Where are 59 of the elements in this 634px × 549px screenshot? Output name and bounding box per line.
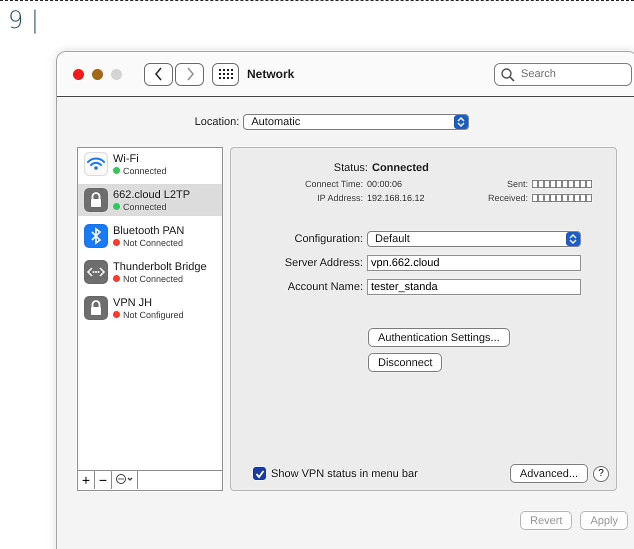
close-dot[interactable] — [73, 68, 84, 80]
chevron-left-icon — [154, 67, 164, 81]
stat-label: IP Address: — [316, 193, 363, 203]
forward-button[interactable] — [175, 62, 204, 86]
disconnect-button[interactable]: Disconnect — [368, 353, 442, 372]
service-status: Connected — [123, 166, 167, 176]
bluetooth-icon — [84, 224, 108, 248]
input-field[interactable]: vpn.662.cloud — [367, 255, 581, 271]
location-label: Location: — [194, 116, 240, 128]
traffic-meter-icon — [532, 194, 594, 202]
checkbox[interactable] — [253, 467, 266, 480]
field-label: Server Address: — [284, 257, 363, 269]
window-title: Network — [247, 67, 294, 81]
service-item[interactable]: Bluetooth PAN Not Connected — [78, 220, 222, 252]
back-button[interactable] — [144, 62, 173, 86]
minimize-dot[interactable] — [92, 68, 103, 80]
status-value: Connected — [372, 162, 429, 174]
service-name: VPN JH — [113, 296, 154, 308]
stat-label: Connect Time: — [304, 179, 363, 189]
checkbox-label: Show VPN status in menu bar — [271, 468, 418, 480]
chevron-right-icon — [184, 67, 194, 81]
configuration-label: Configuration: — [294, 233, 363, 245]
configuration-dropdown[interactable]: Default — [367, 231, 581, 247]
meter-label: Received: — [486, 193, 528, 203]
service-status: Not Connected — [123, 274, 184, 284]
advanced-button[interactable]: Advanced... — [510, 464, 588, 483]
help-button[interactable]: ? — [593, 466, 609, 482]
input-field[interactable]: tester_standa — [367, 279, 581, 295]
lock-icon — [84, 188, 108, 212]
service-name: 662.cloud L2TP — [113, 188, 190, 200]
traffic-meter-icon — [532, 180, 594, 188]
stepper-icon — [454, 115, 468, 129]
service-item[interactable]: 662.cloud L2TP Connected — [78, 184, 222, 216]
lock-icon — [84, 296, 108, 320]
field-label: Account Name: — [286, 281, 363, 293]
stat-value: 192.168.16.12 — [367, 193, 426, 203]
page-number: 9 | — [8, 6, 39, 34]
service-name: Bluetooth PAN — [113, 224, 184, 236]
meter-label: Sent: — [506, 179, 528, 189]
location-dropdown[interactable]: Automatic — [243, 114, 470, 130]
service-item[interactable]: Wi-Fi Connected — [78, 148, 222, 180]
service-item[interactable]: Thunderbolt Bridge Not Connected — [78, 256, 222, 288]
service-name: Thunderbolt Bridge — [113, 260, 207, 272]
service-name: Wi-Fi — [113, 152, 140, 164]
stat-value: 00:00:06 — [367, 179, 404, 189]
search-field[interactable]: Search — [494, 62, 632, 86]
service-status: Not Configured — [123, 310, 184, 320]
stepper-icon — [566, 232, 580, 246]
grid-icon — [218, 69, 232, 79]
zoom-dot[interactable] — [111, 68, 122, 80]
ellipsis-menu-icon — [114, 473, 134, 485]
status-label: Status: — [332, 162, 368, 174]
service-status: Connected — [123, 202, 167, 212]
bridge-icon — [84, 260, 108, 284]
service-status: Not Connected — [123, 238, 184, 248]
authentication-settings-button[interactable]: Authentication Settings... — [368, 328, 510, 347]
service-item[interactable]: VPN JH Not Configured — [78, 292, 222, 324]
wifi-icon — [84, 152, 108, 176]
grid-button[interactable] — [212, 62, 239, 86]
